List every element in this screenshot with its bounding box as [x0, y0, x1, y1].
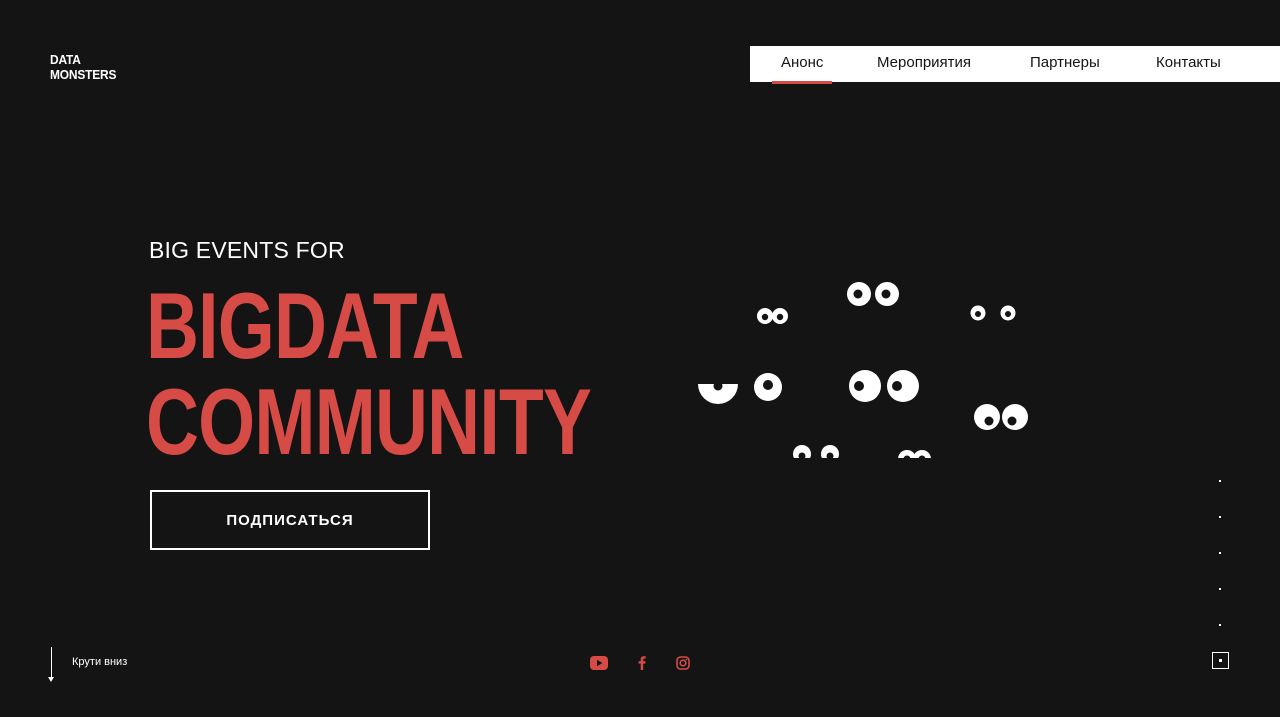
pagination-dot-2[interactable] — [1219, 516, 1221, 518]
eye-pair-7 — [793, 445, 839, 458]
facebook-icon[interactable] — [636, 654, 648, 672]
page: DATA MONSTERS Анонс Мероприятия Партнеры… — [0, 0, 1280, 717]
nav-item-announce[interactable]: Анонс — [771, 46, 833, 84]
monster-eyes-illustration — [698, 282, 1028, 458]
scroll-hint-label: Крути вниз — [72, 656, 128, 668]
hero-subtitle: BIG EVENTS FOR — [149, 237, 345, 263]
eye-pair-4 — [698, 373, 782, 404]
logo-line-1: DATA — [50, 52, 81, 67]
eye-pair-3 — [970, 305, 1016, 321]
pagination-dot-5[interactable] — [1219, 624, 1221, 626]
eye-pair-1 — [757, 308, 788, 324]
hero-headline: BIGDATA COMMUNITY — [146, 273, 592, 474]
pagination-dot-6-active[interactable] — [1212, 652, 1229, 669]
nav-item-partners[interactable]: Партнеры — [1030, 46, 1100, 82]
hero-headline-line-1: BIGDATA — [146, 273, 464, 378]
nav-item-events[interactable]: Мероприятия — [877, 46, 971, 82]
instagram-icon[interactable] — [675, 654, 691, 672]
arrow-down-icon — [48, 677, 54, 682]
eye-pair-8 — [898, 450, 931, 458]
eye-pair-2 — [847, 282, 899, 306]
main-nav: Анонс Мероприятия Партнеры Контакты — [750, 46, 1280, 84]
pagination-dot-4[interactable] — [1219, 588, 1221, 590]
subscribe-button[interactable]: ПОДПИСАТЬСЯ — [150, 490, 430, 550]
pagination-dot-3[interactable] — [1219, 552, 1221, 554]
pagination-dot-1[interactable] — [1219, 480, 1221, 482]
youtube-icon[interactable] — [589, 654, 608, 672]
scroll-down-line — [51, 647, 52, 679]
eye-pair-5 — [849, 370, 919, 402]
logo[interactable]: DATA MONSTERS — [50, 52, 116, 82]
eye-pair-6 — [974, 404, 1028, 430]
hero-headline-line-2: COMMUNITY — [146, 369, 592, 474]
nav-item-contacts[interactable]: Контакты — [1156, 46, 1221, 82]
logo-line-2: MONSTERS — [50, 67, 117, 82]
